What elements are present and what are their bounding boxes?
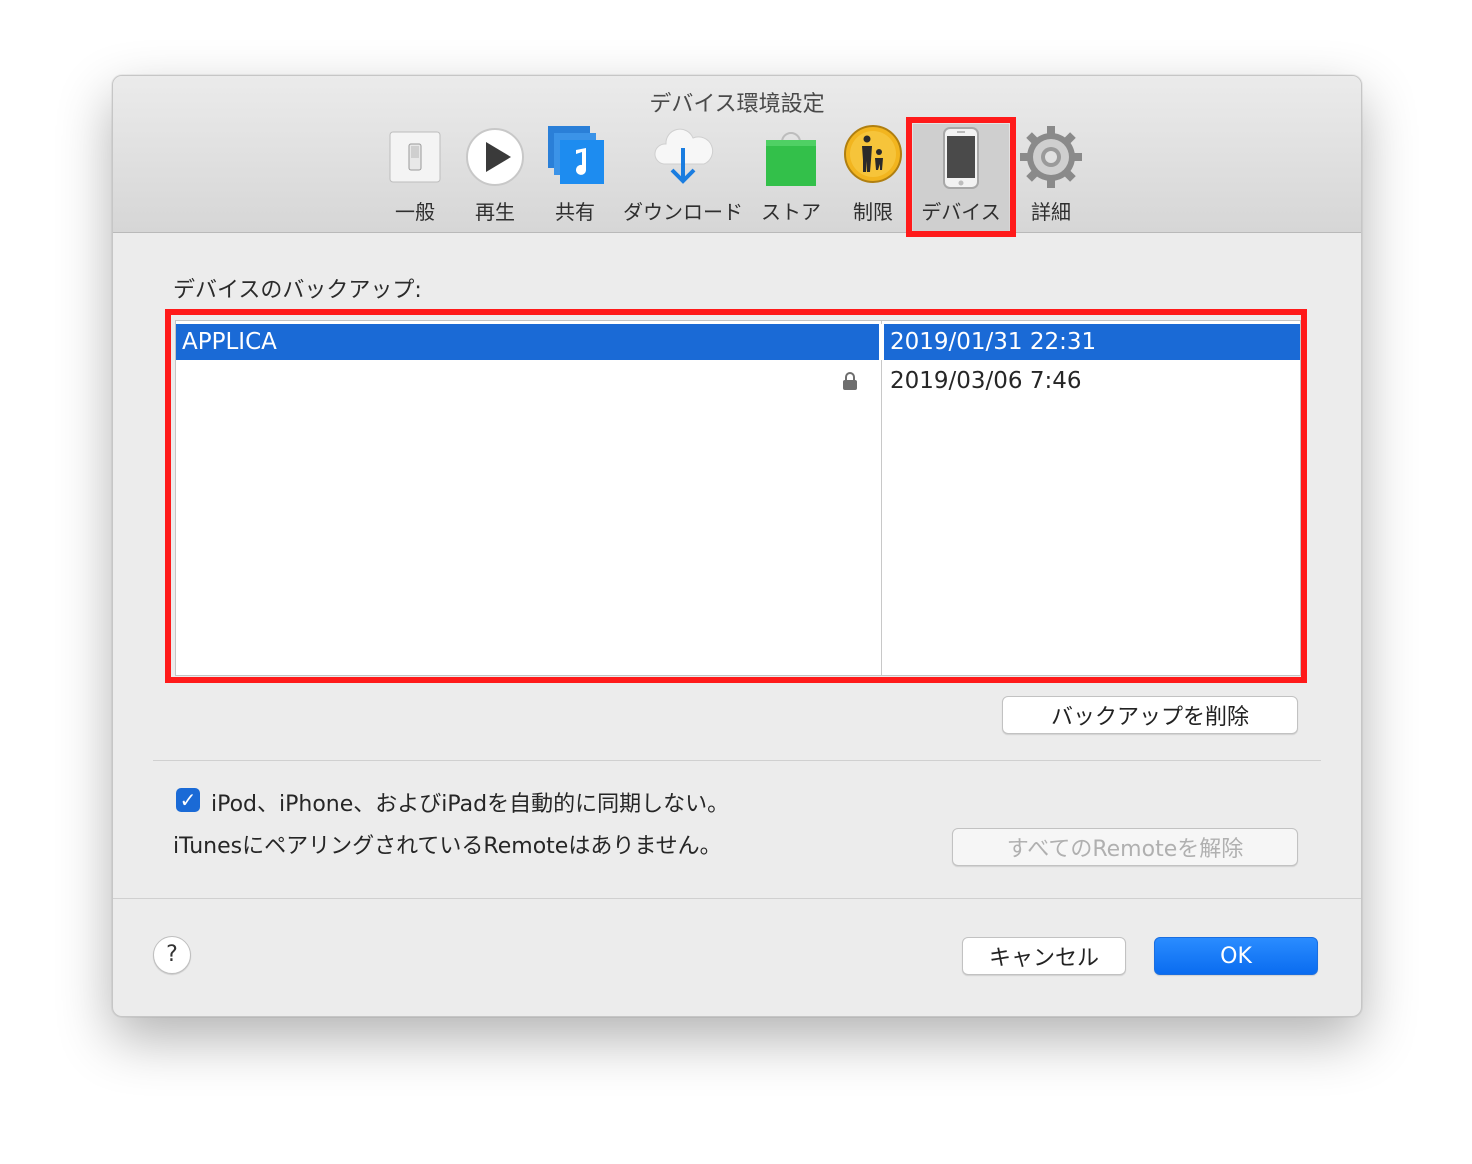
remove-remotes-button[interactable]: すべてのRemoteを解除 [952, 828, 1298, 866]
tab-playback[interactable]: 再生 [455, 124, 535, 224]
separator [153, 760, 1321, 761]
parental-controls-icon [844, 125, 902, 183]
backups-table[interactable]: APPLICA 2019/01/31 22:31 2019/03/06 7:46 [175, 320, 1301, 676]
ok-button[interactable]: OK [1154, 937, 1318, 975]
shopping-bag-icon [766, 132, 816, 186]
toolbar: デバイス環境設定 一般 再生 共有 ダウンロード ストア 制限 デバイス 詳細 [113, 76, 1361, 233]
cloud-download-icon [654, 128, 714, 184]
switch-icon [389, 131, 441, 183]
music-share-icon [548, 126, 604, 184]
tab-sharing[interactable]: 共有 [535, 124, 615, 224]
separator [113, 898, 1361, 899]
tab-restrictions[interactable]: 制限 [833, 124, 913, 224]
cancel-button[interactable]: キャンセル [962, 937, 1126, 975]
lock-icon [843, 372, 857, 390]
tab-store[interactable]: ストア [751, 124, 831, 224]
tab-devices[interactable]: デバイス [913, 124, 1009, 232]
delete-backup-button[interactable]: バックアップを削除 [1002, 696, 1298, 734]
tab-advanced[interactable]: 詳細 [1011, 124, 1091, 224]
iphone-icon [943, 127, 979, 189]
backups-label: デバイスのバックアップ: [173, 278, 422, 303]
table-row[interactable]: 2019/03/06 7:46 [176, 363, 1300, 399]
gear-icon [1020, 126, 1082, 188]
sync-checkbox[interactable]: ✓ [176, 788, 200, 812]
backup-name: APPLICA [182, 329, 277, 355]
table-row[interactable]: APPLICA 2019/01/31 22:31 [176, 324, 1300, 360]
column-gap [879, 324, 884, 360]
window-title: デバイス環境設定 [649, 92, 825, 117]
tab-downloads[interactable]: ダウンロード [619, 124, 747, 224]
help-button[interactable]: ? [153, 936, 191, 974]
sync-checkbox-label: iPod、iPhone、およびiPadを自動的に同期しない。 [211, 792, 730, 817]
backup-date: 2019/01/31 22:31 [890, 329, 1097, 355]
preferences-window: デバイス環境設定 一般 再生 共有 ダウンロード ストア 制限 デバイス 詳細 … [112, 75, 1362, 1017]
backup-date: 2019/03/06 7:46 [890, 368, 1082, 394]
tab-general[interactable]: 一般 [375, 124, 455, 224]
remote-status-text: iTunesにペアリングされているRemoteはありません。 [173, 834, 722, 859]
play-icon [466, 128, 524, 186]
